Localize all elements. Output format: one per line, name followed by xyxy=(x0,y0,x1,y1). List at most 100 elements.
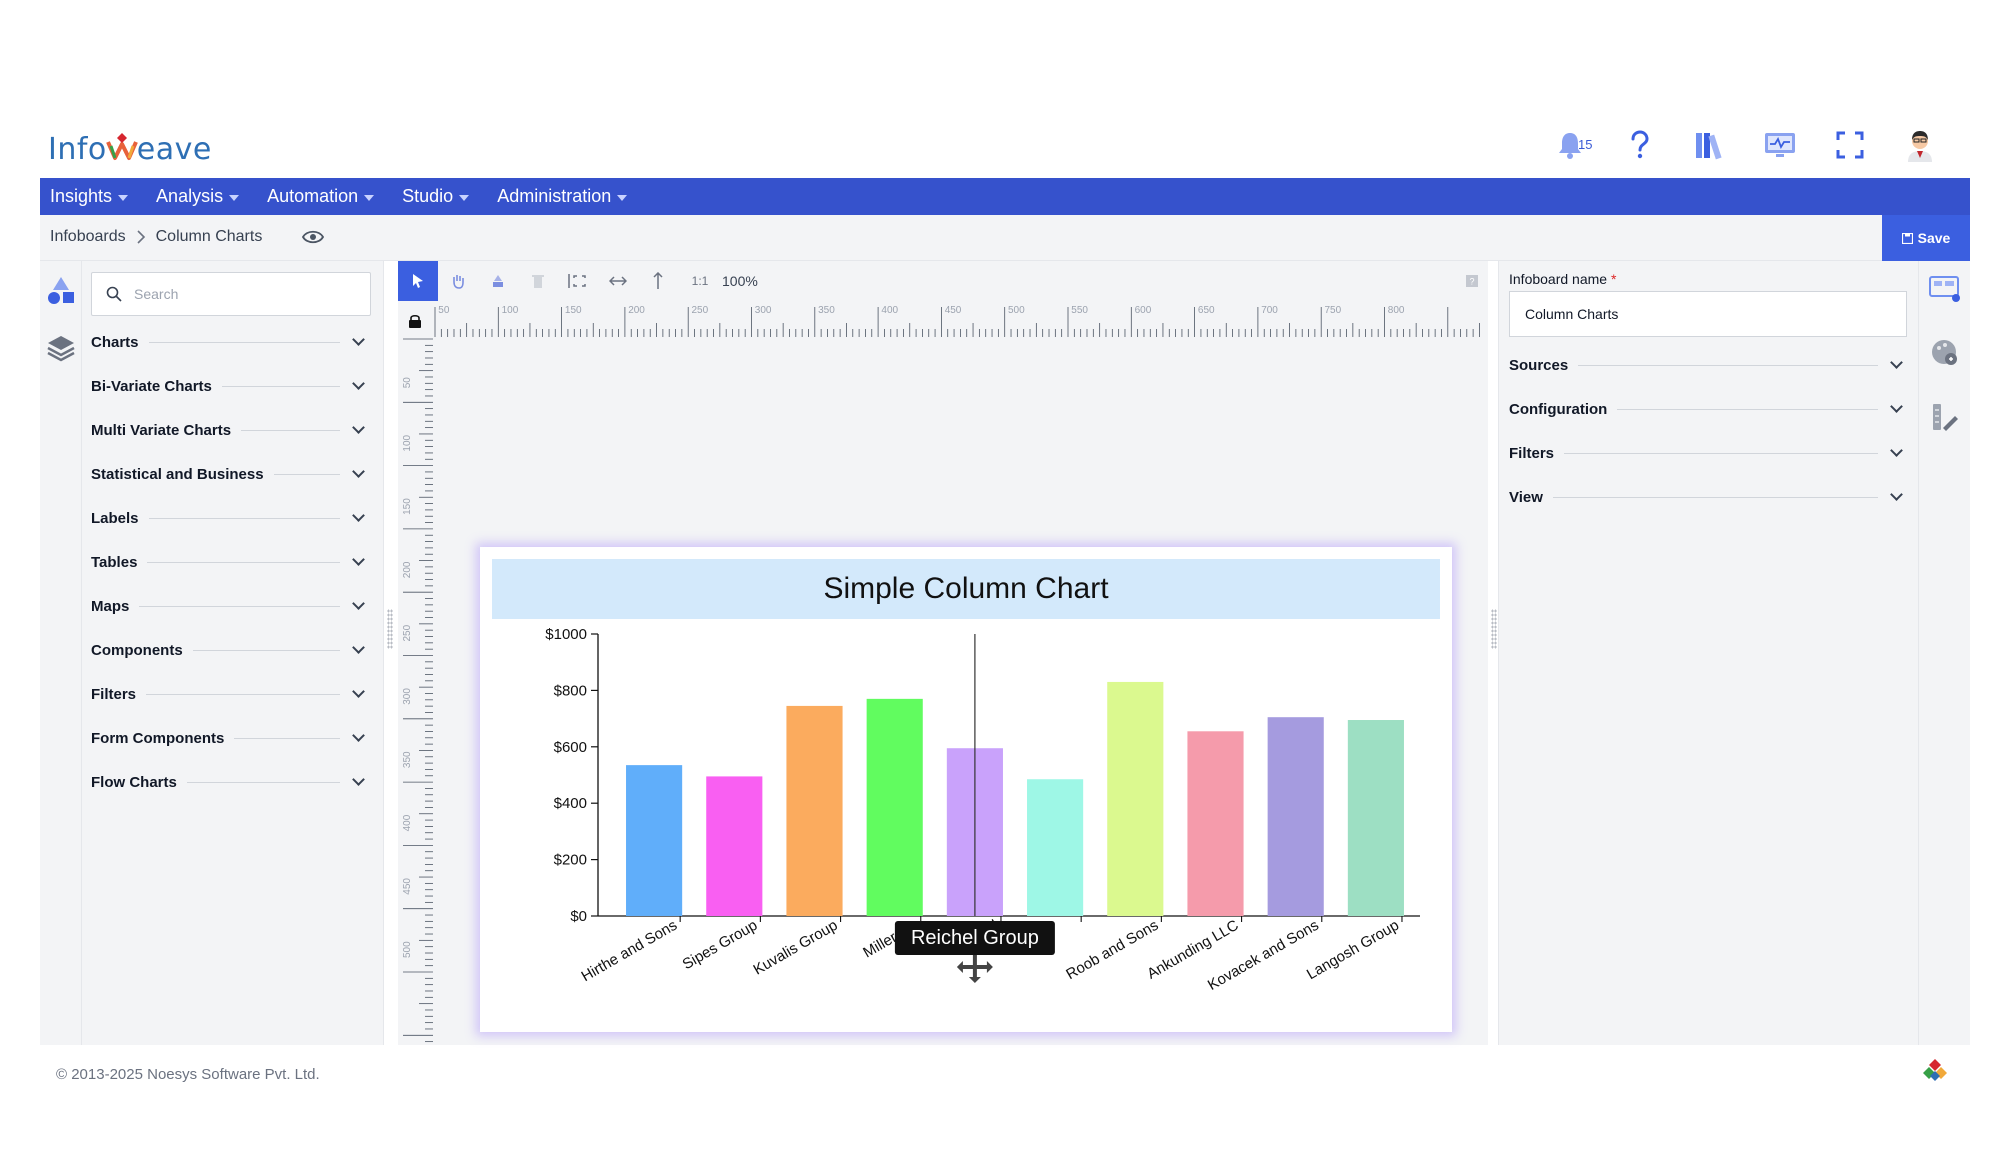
ruler-label: 150 xyxy=(565,305,582,316)
library-button[interactable] xyxy=(1690,125,1730,165)
user-avatar[interactable] xyxy=(1900,125,1940,165)
lock-icon[interactable] xyxy=(408,313,422,329)
save-button[interactable]: Save xyxy=(1882,215,1970,261)
help-small-icon[interactable]: ? xyxy=(1466,275,1478,287)
dashboard-settings-icon xyxy=(1929,276,1960,302)
chevron-down-icon xyxy=(352,509,365,522)
layers-tab[interactable] xyxy=(44,331,78,365)
shape-tool[interactable] xyxy=(478,261,518,301)
bar-3[interactable] xyxy=(786,705,843,916)
fit-tool[interactable] xyxy=(558,261,598,301)
divider xyxy=(1578,364,1878,366)
bar-10[interactable] xyxy=(1347,720,1404,916)
caret-down-icon xyxy=(229,194,240,201)
bar-8[interactable] xyxy=(1187,731,1244,916)
zoom-level[interactable]: 100% xyxy=(722,273,758,289)
divider xyxy=(192,649,340,651)
category-flow-charts[interactable]: Flow Charts xyxy=(91,767,371,797)
section-label: Sources xyxy=(1509,356,1569,374)
section-label: View xyxy=(1509,488,1543,506)
category-form-components[interactable]: Form Components xyxy=(91,723,371,753)
ruler-horizontal: 50 100 150 200 250 300 350 400 450 500 550 600 650 70… xyxy=(434,305,1480,337)
divider xyxy=(139,605,340,607)
category-multi-variate-charts[interactable]: Multi Variate Charts xyxy=(91,415,371,445)
ruler-label: 300 xyxy=(402,688,413,705)
eye-icon[interactable] xyxy=(302,230,325,244)
widgets-tab[interactable] xyxy=(44,273,78,307)
panel-resize-handle[interactable] xyxy=(387,609,393,649)
style-tab[interactable] xyxy=(1927,399,1963,435)
breadcrumb: Infoboards Column Charts xyxy=(50,228,325,246)
fit-screen-icon xyxy=(568,274,586,288)
divider xyxy=(147,561,340,563)
category-statistical-and-business[interactable]: Statistical and Business xyxy=(91,459,371,489)
divider xyxy=(186,781,340,783)
monitor-button[interactable] xyxy=(1760,125,1800,165)
logo-mark-icon xyxy=(105,133,138,160)
pan-tool[interactable] xyxy=(438,261,478,301)
nav-administration-label: Administration xyxy=(497,186,612,206)
chevron-down-icon xyxy=(1890,356,1903,369)
chevron-down-icon xyxy=(1890,488,1903,501)
nav-automation-label: Automation xyxy=(267,186,359,206)
bar-7[interactable] xyxy=(1107,681,1164,916)
ruler-vertical: 50 100 150 200 250 300 350 400 450 500 xyxy=(402,338,433,1043)
save-icon xyxy=(1901,232,1913,244)
category-tables[interactable]: Tables xyxy=(91,547,371,577)
category-charts[interactable]: Charts xyxy=(91,327,371,357)
ratio-label: 1:1 xyxy=(691,274,709,288)
panel-resize-handle[interactable] xyxy=(1491,609,1497,649)
category-bi-variate-charts[interactable]: Bi-Variate Charts xyxy=(91,371,371,401)
ruler-label: 200 xyxy=(402,561,413,578)
section-sources[interactable]: Sources xyxy=(1509,350,1909,380)
actual-size-tool[interactable]: 1:1 xyxy=(678,261,718,301)
search-box[interactable] xyxy=(91,272,371,316)
category-labels[interactable]: Labels xyxy=(91,503,371,533)
nav-analysis[interactable]: Analysis xyxy=(156,186,240,207)
fullscreen-button[interactable] xyxy=(1830,125,1870,165)
brand-logo[interactable]: Info eave xyxy=(48,125,212,173)
divider xyxy=(146,693,340,695)
section-filters[interactable]: Filters xyxy=(1509,438,1909,468)
section-configuration[interactable]: Configuration xyxy=(1509,394,1909,424)
bar-4[interactable] xyxy=(866,698,923,916)
help-button[interactable] xyxy=(1620,125,1660,165)
ruler-label: 700 xyxy=(1261,305,1278,316)
category-filters[interactable]: Filters xyxy=(91,679,371,709)
chart-title: Simple Column Chart xyxy=(492,559,1440,619)
theme-tab[interactable] xyxy=(1927,335,1963,371)
bar-9[interactable] xyxy=(1267,717,1324,916)
ruler-label: 450 xyxy=(945,305,962,316)
ruler-label: 50 xyxy=(438,305,450,316)
books-icon xyxy=(1696,133,1722,160)
fit-width-tool[interactable] xyxy=(598,261,638,301)
search-icon xyxy=(106,286,122,302)
search-input[interactable] xyxy=(134,286,354,302)
section-view[interactable]: View xyxy=(1509,482,1909,512)
board-name-input[interactable] xyxy=(1509,291,1907,337)
select-tool[interactable] xyxy=(398,261,438,301)
column-chart[interactable]: $0 $200 $400 $600 $800 $1000 Hirthe and Sons Si… xyxy=(480,619,1452,1029)
fit-height-tool[interactable] xyxy=(638,261,678,301)
bar-6[interactable] xyxy=(1027,779,1084,916)
bar-1[interactable] xyxy=(626,765,683,916)
notifications-button[interactable]: 15 xyxy=(1550,125,1593,165)
divider xyxy=(1564,452,1878,454)
chart-widget[interactable]: Simple Column Chart $0 $200 $400 $600 $800 $1… xyxy=(480,547,1452,1032)
brush-ruler-icon xyxy=(1933,404,1958,431)
delete-tool[interactable] xyxy=(518,261,558,301)
nav-administration[interactable]: Administration xyxy=(497,186,628,207)
breadcrumb-root[interactable]: Infoboards xyxy=(50,228,126,246)
nav-insights[interactable]: Insights xyxy=(50,186,129,207)
bar-2[interactable] xyxy=(706,776,763,916)
category-label: Form Components xyxy=(91,729,225,747)
notification-count: 15 xyxy=(1578,137,1593,152)
chevron-down-icon xyxy=(352,597,365,610)
category-maps[interactable]: Maps xyxy=(91,591,371,621)
nav-studio[interactable]: Studio xyxy=(402,186,470,207)
nav-automation[interactable]: Automation xyxy=(267,186,375,207)
widget-properties-tab[interactable] xyxy=(1927,271,1963,307)
category-components[interactable]: Components xyxy=(91,635,371,665)
x-tick-label: Hirthe and Sons xyxy=(579,917,681,986)
tooltip-text: Reichel Group xyxy=(911,927,1039,949)
